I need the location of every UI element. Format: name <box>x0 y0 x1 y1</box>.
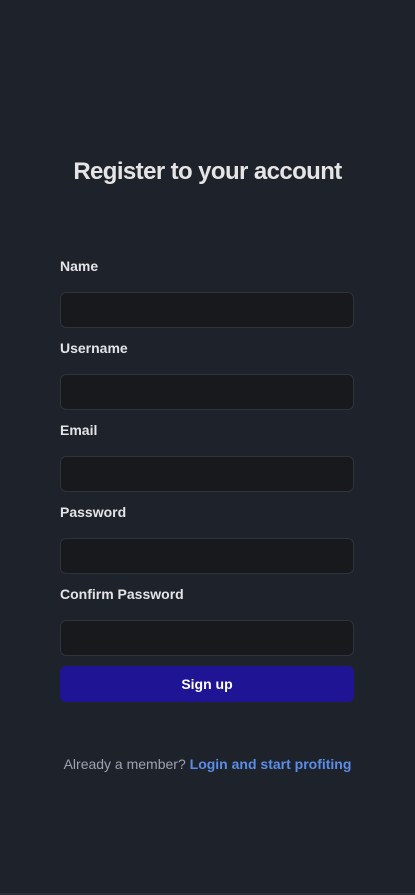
register-page: Register to your account Name Username E… <box>0 0 415 895</box>
password-field-group: Password <box>60 502 354 574</box>
login-link[interactable]: Login and start profiting <box>190 756 352 772</box>
name-label: Name <box>60 258 99 274</box>
password-input[interactable] <box>60 538 354 574</box>
confirm-password-label: Confirm Password <box>60 586 184 602</box>
email-field-group: Email <box>60 420 354 492</box>
username-label: Username <box>60 340 128 356</box>
sign-up-button[interactable]: Sign up <box>60 666 354 702</box>
confirm-password-field-group: Confirm Password <box>60 584 354 656</box>
register-form: Name Username Email Password Confirm Pas… <box>60 256 354 702</box>
name-field-group: Name <box>60 256 354 328</box>
name-input[interactable] <box>60 292 354 328</box>
already-member-text: Already a member? <box>63 756 186 772</box>
username-field-group: Username <box>60 338 354 410</box>
email-input[interactable] <box>60 456 354 492</box>
password-label: Password <box>60 504 127 520</box>
confirm-password-input[interactable] <box>60 620 354 656</box>
login-prompt: Already a member? Login and start profit… <box>0 754 415 774</box>
username-input[interactable] <box>60 374 354 410</box>
page-title: Register to your account <box>73 158 342 185</box>
email-label: Email <box>60 422 98 438</box>
